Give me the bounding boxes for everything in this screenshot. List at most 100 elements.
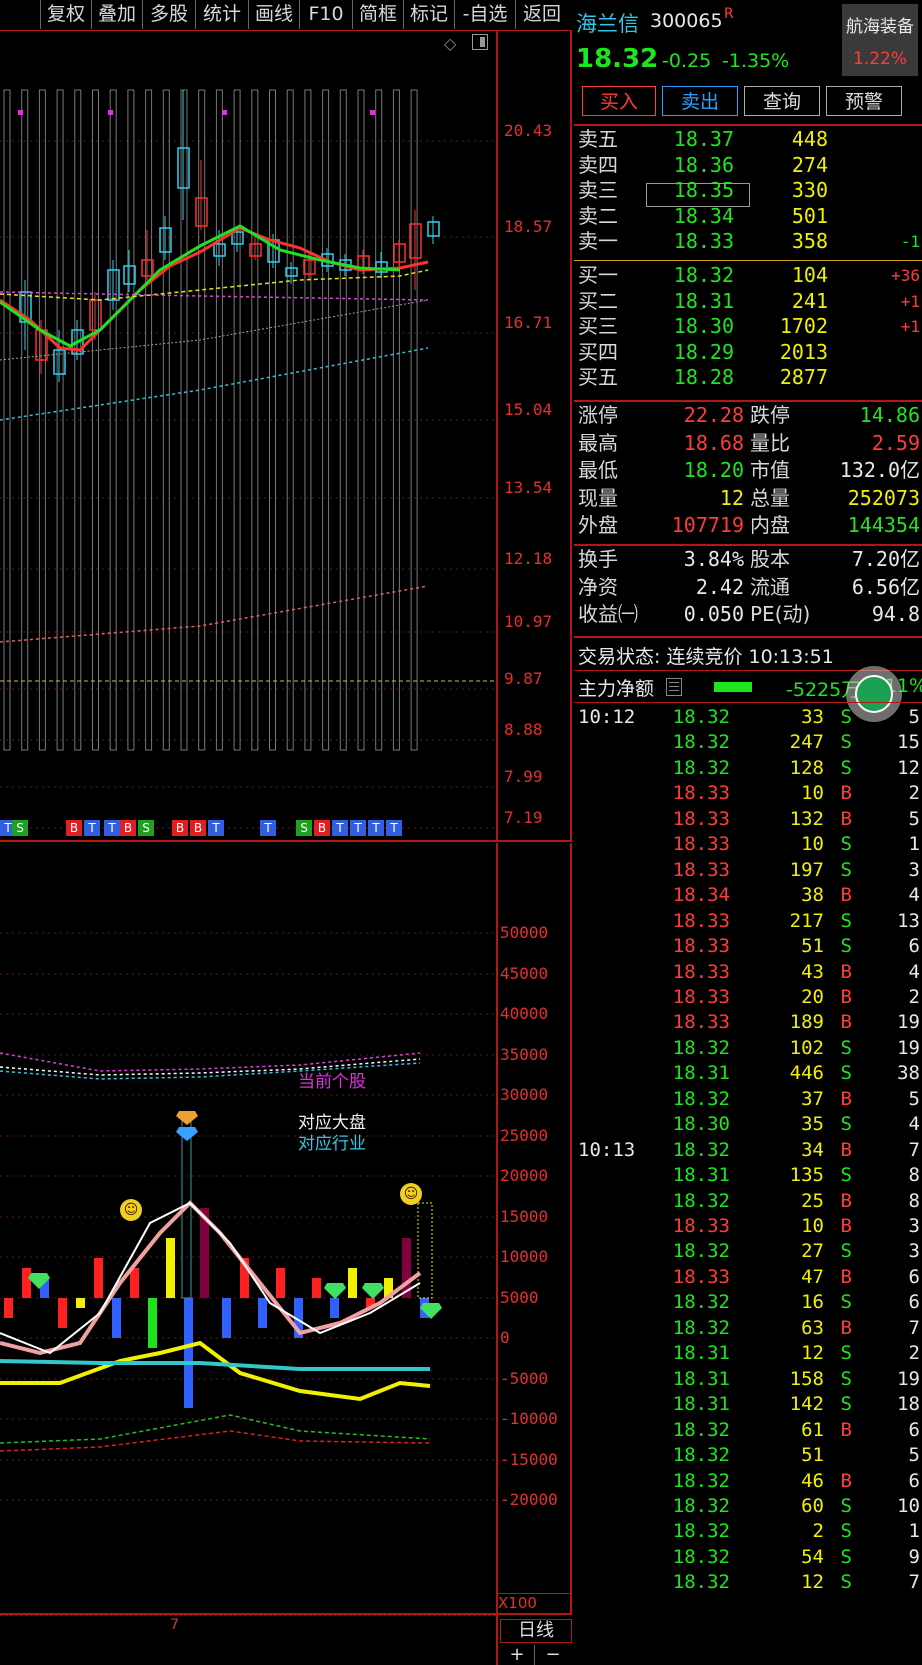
indicator-bar [258, 1298, 267, 1328]
tick-row[interactable]: 18.33 47 B 6 [574, 1266, 922, 1293]
book-row[interactable]: 卖五 18.37 448 [574, 126, 922, 153]
tick-row[interactable]: 18.32 61 B 6 [574, 1419, 922, 1446]
tick-row[interactable]: 18.32 25 B 8 [574, 1190, 922, 1217]
tick-row[interactable]: 18.32 46 B 6 [574, 1470, 922, 1497]
stat-label: 跌停 [750, 403, 790, 427]
book-volume: 358 [791, 229, 828, 254]
tick-row[interactable]: 18.31 142 S 18 [574, 1393, 922, 1420]
tick-volume: 128 [789, 756, 824, 779]
tick-row[interactable]: 18.32 12 S 7 [574, 1571, 922, 1598]
tick-price: 18.32 [672, 1494, 730, 1517]
tick-count: 6 [908, 1265, 920, 1288]
tick-list[interactable]: 10:12 18.32 33 S 5 18.32 247 S 15 18.32 128 S 12 18.3… [574, 706, 922, 1663]
tick-row[interactable]: 18.32 128 S 12 [574, 757, 922, 784]
list-icon[interactable] [666, 678, 682, 696]
stat-label: 净资 [578, 574, 618, 599]
tick-count: 5 [908, 1087, 920, 1110]
tick-row[interactable]: 18.30 35 S 4 [574, 1113, 922, 1140]
sector-box[interactable]: 航海装备 1.22% [842, 4, 918, 76]
tick-row[interactable]: 18.32 37 B 5 [574, 1088, 922, 1115]
toolbar-stats-button[interactable]: 统计 [195, 0, 248, 29]
tick-row[interactable]: 18.33 10 S 1 [574, 833, 922, 860]
toolbar-overlay-button[interactable]: 叠加 [91, 0, 142, 29]
stat-value: 0.050 [683, 602, 744, 626]
tick-row[interactable]: 18.33 189 B 19 [574, 1011, 922, 1038]
tick-count: 2 [908, 782, 920, 805]
tick-row[interactable]: 18.31 158 S 19 [574, 1368, 922, 1395]
diamond-icon[interactable]: ◇ [444, 34, 456, 53]
tick-row[interactable]: 18.33 217 S 13 [574, 910, 922, 937]
tick-direction: S [840, 909, 852, 932]
tick-row[interactable]: 18.33 20 B 2 [574, 986, 922, 1013]
tick-row[interactable]: 18.32 54 S 9 [574, 1546, 922, 1573]
tick-direction: B [840, 1011, 852, 1034]
tick-price: 18.33 [672, 833, 730, 856]
zoom-in-button[interactable]: + [500, 1645, 535, 1665]
toolbar-multi-stock-button[interactable]: 多股 [142, 0, 195, 29]
toolbar-self-select-button[interactable]: -自选 [454, 0, 515, 29]
signal-strip: TSBTTBSBBTTSBTTTT [0, 820, 496, 840]
kline-chart-pane[interactable]: ◇ 20.43 18.57 16.71 15.04 13.54 12.18 10… [0, 30, 572, 842]
sell-button[interactable]: 卖出 [662, 86, 738, 116]
toolbar-back-button[interactable]: 返回 [515, 0, 568, 29]
toolbar-f10-button[interactable]: F10 [299, 0, 352, 29]
tick-row[interactable]: 18.32 102 S 19 [574, 1037, 922, 1064]
tick-row[interactable]: 18.32 27 S 3 [574, 1240, 922, 1267]
time-axis-label: 7 [170, 1617, 179, 1633]
toolbar-draw-button[interactable]: 画线 [248, 0, 299, 29]
signal-mark: S [138, 820, 154, 836]
signal-mark: T [350, 820, 366, 836]
tick-row[interactable]: 18.31 446 S 38 [574, 1062, 922, 1089]
tick-row[interactable]: 18.32 2 S 1 [574, 1520, 922, 1547]
tick-row[interactable]: 18.33 10 B 3 [574, 1215, 922, 1242]
panel-toggle-icon[interactable] [472, 34, 488, 50]
book-row[interactable]: 买一 18.32 104 +36 [574, 262, 922, 289]
book-level-label: 卖五 [578, 127, 618, 151]
book-row[interactable]: 卖四 18.36 274 [574, 152, 922, 179]
stat-value: 144354 [847, 513, 920, 537]
toolbar-mark-button[interactable]: 标记 [403, 0, 454, 29]
value-tick: 20000 [500, 1166, 549, 1185]
tick-row[interactable]: 18.32 63 B 7 [574, 1317, 922, 1344]
tick-count: 38 [897, 1062, 920, 1085]
tick-row[interactable]: 10:13 18.32 34 B 7 [574, 1139, 922, 1166]
tick-volume: 16 [801, 1291, 824, 1314]
quote-panel: 海兰信 300065 R 18.32 -0.25 -1.35% 航海装备 1.2… [574, 0, 922, 1663]
tick-row[interactable]: 18.33 132 B 5 [574, 808, 922, 835]
tick-price: 18.32 [672, 1240, 730, 1263]
toolbar-fuquan-button[interactable]: 复权 [40, 0, 91, 29]
book-row[interactable]: 买五 18.28 2877 [574, 364, 922, 391]
tick-row[interactable]: 18.32 51 5 [574, 1444, 922, 1471]
tick-row[interactable]: 18.33 43 B 4 [574, 961, 922, 988]
kline-chart[interactable] [0, 30, 496, 840]
price-change-pct: -1.35% [722, 50, 790, 72]
alert-button[interactable]: 预警 [826, 86, 902, 116]
tick-row[interactable]: 18.33 10 B 2 [574, 782, 922, 809]
tick-row[interactable]: 18.33 51 S 6 [574, 935, 922, 962]
tick-row[interactable]: 18.33 197 S 3 [574, 859, 922, 886]
stat-label: 涨停 [578, 403, 618, 427]
stat-value: 132.0亿 [839, 458, 920, 482]
tick-row[interactable]: 18.31 135 S 8 [574, 1164, 922, 1191]
book-volume: 104 [791, 263, 828, 287]
tick-row[interactable]: 18.32 247 S 15 [574, 731, 922, 758]
book-row[interactable]: 买四 18.29 2013 [574, 339, 922, 366]
tick-row[interactable]: 18.31 12 S 2 [574, 1342, 922, 1369]
toolbar-simple-frame-button[interactable]: 简框 [352, 0, 403, 29]
book-row[interactable]: 卖一 18.33 358 -1 [574, 228, 922, 255]
tick-row[interactable]: 18.34 38 B 4 [574, 884, 922, 911]
period-daily-button[interactable]: 日线 [500, 1619, 572, 1643]
zoom-out-button[interactable]: − [536, 1645, 570, 1665]
buy-button[interactable]: 买入 [582, 86, 656, 116]
tick-direction: S [840, 731, 852, 754]
tick-volume: 10 [801, 1215, 824, 1237]
tick-row[interactable]: 18.32 60 S 10 [574, 1495, 922, 1522]
book-change: -1 [900, 232, 920, 252]
query-button[interactable]: 查询 [744, 86, 820, 116]
indicator-chart[interactable] [0, 843, 496, 1613]
book-row[interactable]: 买二 18.31 241 +1 [574, 288, 922, 315]
tick-row[interactable]: 18.32 16 S 6 [574, 1291, 922, 1318]
indicator-pane[interactable]: 50000 45000 40000 35000 30000 25000 2000… [0, 843, 572, 1613]
tick-row[interactable]: 10:12 18.32 33 S 5 [574, 706, 922, 733]
book-row[interactable]: 买三 18.30 1702 +1 [574, 313, 922, 340]
